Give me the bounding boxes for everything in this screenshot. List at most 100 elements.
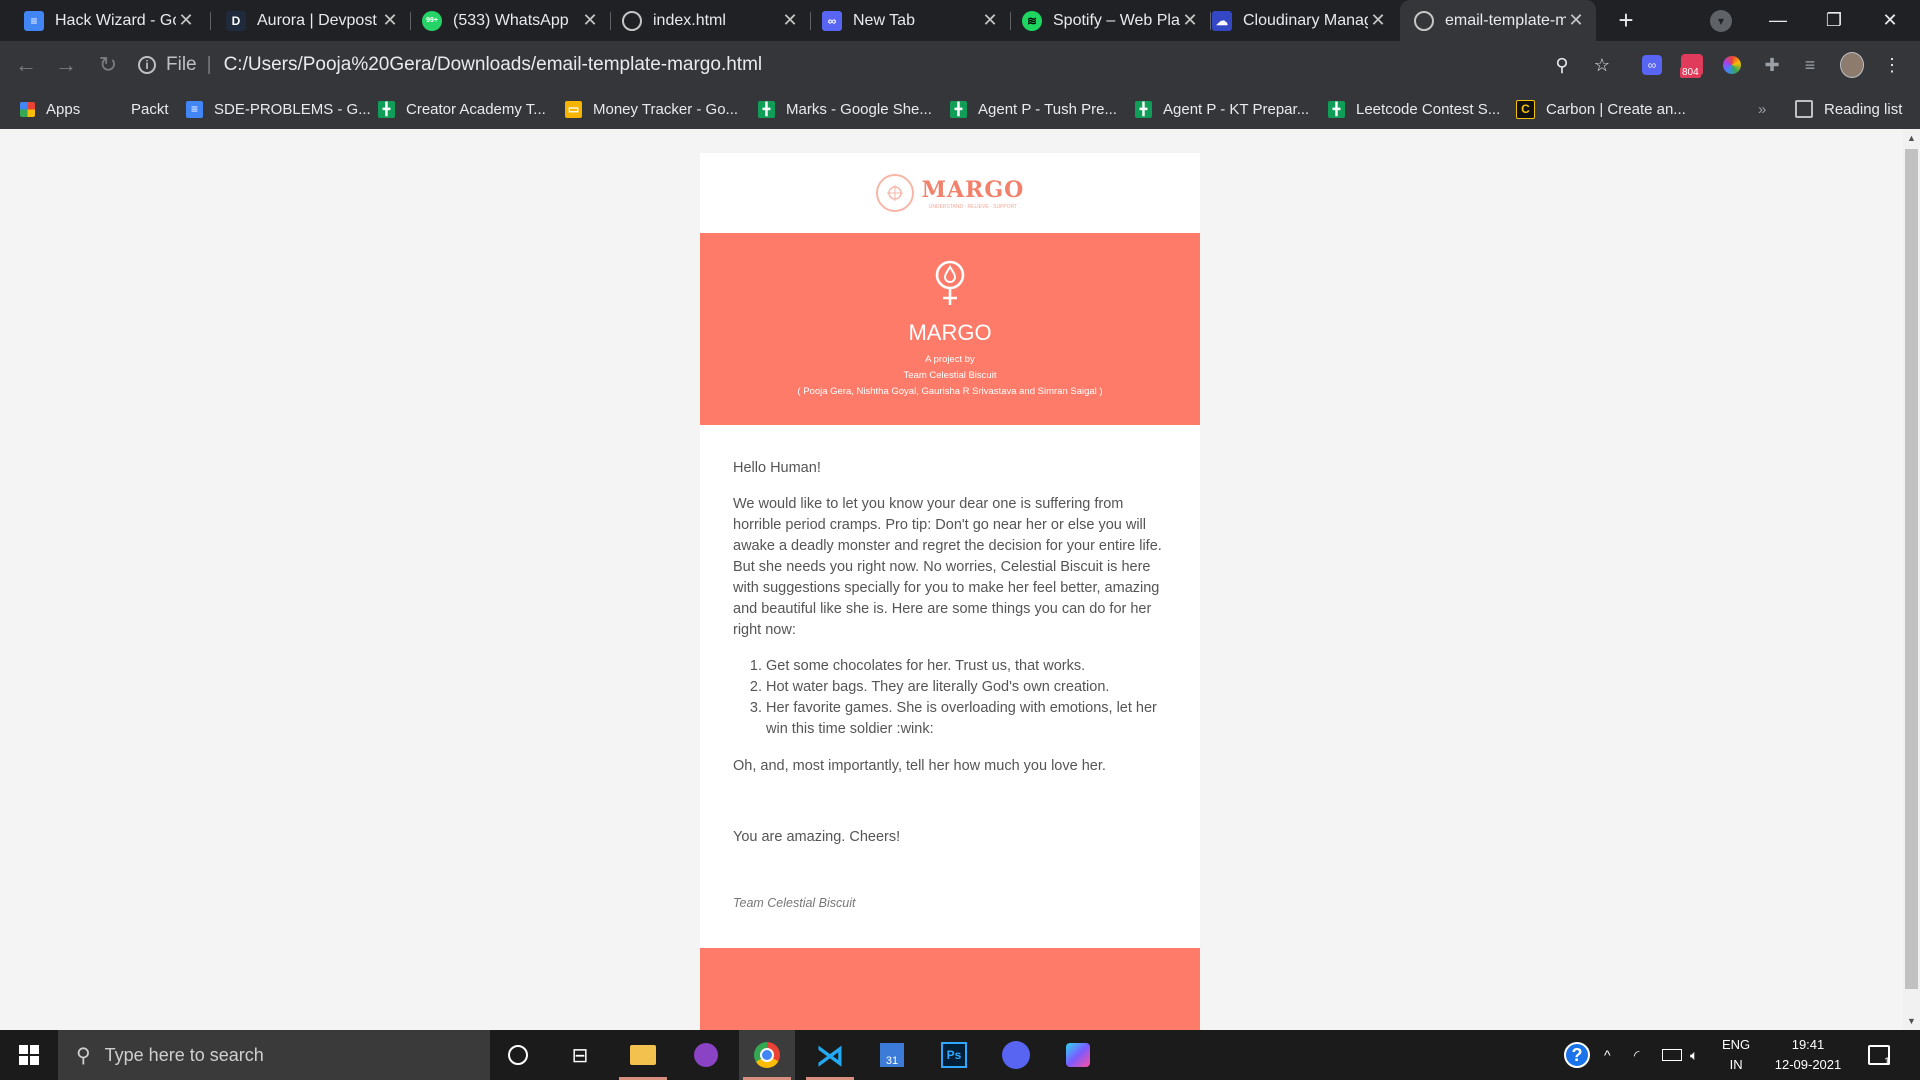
reading-list-icon: [1795, 100, 1813, 118]
media-control-icon[interactable]: ≡: [1798, 53, 1822, 77]
bookmark-star-icon[interactable]: ☆: [1590, 53, 1614, 77]
bookmark-creator-academy[interactable]: ╋ Creator Academy T...: [378, 89, 546, 129]
gradient-app-icon[interactable]: [1050, 1030, 1106, 1080]
tab-strip: ≡ Hack Wizard - Go ✕ D Aurora | Devpost …: [0, 0, 1920, 41]
address-bar[interactable]: i File | C:/Users/Pooja%20Gera/Downloads…: [138, 49, 1558, 81]
help-icon[interactable]: ?: [1564, 1030, 1590, 1080]
bookmark-agent-p-kt[interactable]: ╋ Agent P - KT Prepar...: [1135, 89, 1309, 129]
extension-badge: 804: [1680, 67, 1701, 78]
minimize-button[interactable]: —: [1750, 0, 1806, 41]
sheets-icon: ╋: [378, 100, 395, 118]
sheets-icon: ╋: [950, 100, 967, 118]
list-item: Hot water bags. They are literally God's…: [766, 677, 1167, 698]
volume-icon[interactable]: 🔈︎: [1690, 1030, 1698, 1080]
profile-avatar[interactable]: [1840, 52, 1864, 78]
search-placeholder: Type here to search: [104, 1044, 264, 1065]
info-icon[interactable]: i: [138, 56, 156, 74]
google-docs-icon: ≡: [24, 10, 44, 31]
notification-count: 1: [1884, 1056, 1891, 1068]
tab-cloudinary[interactable]: ☁ Cloudinary Manag ✕: [1212, 0, 1398, 41]
globe-icon: [1414, 10, 1434, 31]
photoshop-icon[interactable]: Ps: [926, 1030, 982, 1080]
windows-taskbar: ⚲ Type here to search ⊟ ⋊ 31 Ps ? ^ ◜ 🔈︎…: [0, 1030, 1920, 1080]
close-icon[interactable]: ✕: [1368, 10, 1388, 31]
close-icon[interactable]: ✕: [1180, 10, 1200, 31]
page-scrollbar[interactable]: ▲ ▼: [1903, 129, 1920, 1030]
docs-icon: ≡: [186, 100, 203, 118]
email-template: MARGO UNDERSTAND · RELIEVE · SUPPORT MAR…: [700, 153, 1200, 1030]
reading-list-button[interactable]: Reading list: [1795, 89, 1902, 129]
close-icon[interactable]: ✕: [780, 10, 800, 31]
list-item: Get some chocolates for her. Trust us, t…: [766, 656, 1167, 677]
bookmarks-overflow-icon[interactable]: »: [1758, 89, 1766, 129]
sheets-icon: ╋: [1135, 100, 1152, 118]
bookmark-agent-p-tush[interactable]: ╋ Agent P - Tush Pre...: [950, 89, 1117, 129]
logo-tagline: UNDERSTAND · RELIEVE · SUPPORT: [928, 203, 1018, 210]
sheets-icon: ╋: [1328, 100, 1345, 118]
scroll-up-arrow-icon[interactable]: ▲: [1906, 133, 1917, 143]
close-icon[interactable]: ✕: [380, 10, 400, 31]
tab-email-template[interactable]: email-template-m ✕: [1400, 0, 1596, 41]
cloudinary-icon: ☁: [1212, 10, 1232, 31]
browser-toolbar: ← → ↻ i File | C:/Users/Pooja%20Gera/Dow…: [0, 41, 1920, 89]
bookmark-carbon[interactable]: C Carbon | Create an...: [1516, 89, 1686, 129]
extensions-puzzle-icon[interactable]: ✚: [1760, 53, 1784, 77]
tray-chevron-icon[interactable]: ^: [1604, 1030, 1611, 1080]
discord-icon[interactable]: [988, 1030, 1044, 1080]
scroll-down-arrow-icon[interactable]: ▼: [1906, 1016, 1917, 1026]
tab-whatsapp[interactable]: 99+ (533) WhatsApp ✕: [412, 0, 610, 41]
bookmark-leetcode-contest[interactable]: ╋ Leetcode Contest S...: [1328, 89, 1500, 129]
taskbar-search-box[interactable]: ⚲ Type here to search: [58, 1030, 490, 1080]
file-explorer-icon[interactable]: [615, 1030, 671, 1080]
tab-title: New Tab: [853, 11, 915, 29]
restore-button[interactable]: ❐: [1806, 0, 1862, 41]
sheets-icon: ╋: [758, 100, 775, 118]
bookmarks-bar: Apps Packt ≡ SDE-PROBLEMS - G... ╋ Creat…: [0, 89, 1920, 130]
email-body: Hello Human! We would like to let you kn…: [700, 425, 1200, 848]
tab-search-icon[interactable]: ▾: [1710, 10, 1732, 32]
task-view-icon[interactable]: ⊟: [552, 1030, 608, 1080]
zoom-icon[interactable]: ⚲: [1550, 53, 1574, 77]
tab-index-html[interactable]: index.html ✕: [612, 0, 810, 41]
chrome-icon[interactable]: [739, 1030, 795, 1080]
close-window-button[interactable]: ✕: [1862, 0, 1918, 41]
tab-hack-wizard[interactable]: ≡ Hack Wizard - Go ✕: [0, 0, 206, 41]
tab-aurora-devpost[interactable]: D Aurora | Devpost ✕: [212, 0, 410, 41]
bookmark-marks[interactable]: ╋ Marks - Google She...: [758, 89, 932, 129]
bookmark-apps[interactable]: Apps: [20, 89, 80, 129]
back-button[interactable]: ←: [12, 51, 40, 79]
close-icon[interactable]: ✕: [176, 10, 196, 31]
extension-logo-icon[interactable]: ∞: [1640, 53, 1664, 77]
tab-title: Hack Wizard - Go: [55, 11, 176, 29]
battery-icon[interactable]: [1662, 1030, 1682, 1080]
github-desktop-icon[interactable]: [678, 1030, 734, 1080]
windows-logo-icon: [19, 1045, 39, 1065]
hero-title: MARGO: [908, 320, 992, 345]
signature: Team Celestial Biscuit: [733, 896, 856, 910]
close-icon[interactable]: ✕: [1566, 10, 1586, 31]
wifi-icon[interactable]: ◜: [1634, 1030, 1639, 1080]
notification-center-icon[interactable]: 1: [1868, 1030, 1890, 1080]
cortana-icon[interactable]: [490, 1030, 546, 1080]
clock[interactable]: 19:41 12-09-2021: [1768, 1030, 1848, 1080]
tab-title: Aurora | Devpost: [257, 11, 377, 29]
color-picker-icon[interactable]: [1720, 53, 1744, 77]
tab-new-tab[interactable]: ∞ New Tab ✕: [812, 0, 1010, 41]
extension-badge-icon[interactable]: 804: [1680, 53, 1704, 78]
close-icon[interactable]: ✕: [580, 10, 600, 31]
language-indicator[interactable]: ENG IN: [1722, 1030, 1750, 1080]
bookmark-packt[interactable]: Packt: [131, 89, 169, 129]
url-text[interactable]: C:/Users/Pooja%20Gera/Downloads/email-te…: [224, 54, 763, 76]
new-tab-button[interactable]: +: [1612, 7, 1640, 35]
start-button[interactable]: [0, 1030, 58, 1080]
bookmark-sde-problems[interactable]: ≡ SDE-PROBLEMS - G...: [186, 89, 371, 129]
scrollbar-thumb[interactable]: [1905, 149, 1918, 989]
tab-spotify[interactable]: ≋ Spotify – Web Pla ✕: [1012, 0, 1210, 41]
close-icon[interactable]: ✕: [980, 10, 1000, 31]
menu-kebab-icon[interactable]: ⋮: [1880, 53, 1904, 77]
vscode-icon[interactable]: ⋊: [802, 1030, 858, 1080]
forward-button[interactable]: →: [52, 51, 80, 79]
reload-button[interactable]: ↻: [94, 51, 122, 79]
bookmark-money-tracker[interactable]: ▭ Money Tracker - Go...: [565, 89, 738, 129]
calendar-icon[interactable]: 31: [864, 1030, 920, 1080]
